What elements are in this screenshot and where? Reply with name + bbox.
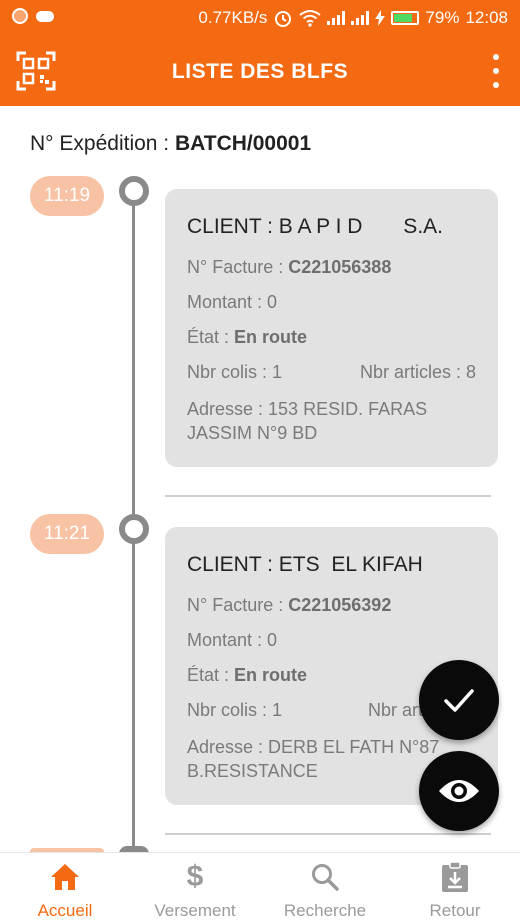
montant-row: Montant : 0 — [187, 630, 278, 650]
more-vert-icon[interactable] — [484, 54, 508, 88]
app-bar: LISTE DES BLFS — [0, 36, 520, 106]
clock: 12:08 — [465, 8, 508, 27]
status-bar: 0.77KB/s 79% 12:08 — [0, 0, 520, 36]
nav-accueil[interactable]: Accueil — [0, 853, 130, 924]
divider — [165, 833, 491, 835]
etat-row: État : En route — [187, 327, 308, 347]
nav-label: Accueil — [37, 901, 93, 920]
alarm-icon — [275, 11, 292, 27]
nav-label: Versement — [154, 901, 236, 920]
nav-retour[interactable]: Retour — [390, 853, 520, 924]
time-badge: 11:19 — [30, 176, 104, 216]
network-speed: 0.77KB/s — [198, 8, 268, 27]
validate-button[interactable] — [419, 660, 499, 740]
dollar-icon: $ — [186, 860, 204, 893]
etat-value: En route — [234, 665, 308, 685]
home-icon — [49, 861, 81, 893]
battery-icon — [391, 11, 420, 25]
view-button[interactable] — [419, 751, 499, 831]
facture-value: C221056392 — [288, 595, 392, 615]
charging-icon — [375, 10, 386, 26]
nbr-colis: Nbr colis : 1 — [187, 700, 283, 720]
facture-value: C221056388 — [288, 257, 392, 277]
facture-row: N° Facture : C221056392 — [187, 595, 392, 615]
client-name: CLIENT : B A P I D S.A. — [187, 215, 443, 238]
signal-icon — [327, 11, 346, 25]
adresse: Adresse : 153 RESID. FARAS JASSIM N°9 BD — [187, 399, 428, 443]
nav-recherche[interactable]: Recherche — [260, 853, 390, 924]
nbr-colis: Nbr colis : 1 — [187, 362, 283, 382]
timeline-node — [119, 176, 149, 206]
counts-row: Nbr colis : 1 Nbr articles : 8 — [187, 362, 476, 383]
nav-label: Retour — [429, 901, 481, 920]
battery-level: 79% — [425, 8, 460, 27]
expedition-value: BATCH/00001 — [174, 132, 312, 155]
timeline-node — [119, 514, 149, 544]
bottom-navigation: Accueil $ Versement Recherche Retour — [0, 852, 520, 924]
facture-row: N° Facture : C221056388 — [187, 257, 392, 277]
cloud-icon — [36, 10, 54, 22]
clipboard-return-icon — [439, 861, 471, 893]
divider — [165, 495, 491, 497]
montant-row: Montant : 0 — [187, 292, 278, 312]
search-icon — [309, 861, 341, 893]
blf-card[interactable]: CLIENT : B A P I D S.A. N° Facture : C22… — [165, 189, 498, 467]
time-badge: 11:21 — [30, 514, 104, 554]
nav-versement[interactable]: $ Versement — [130, 853, 260, 924]
notification-app-icon — [12, 8, 28, 24]
client-name: CLIENT : ETS EL KIFAH — [187, 553, 423, 576]
signal-icon-2 — [351, 11, 370, 25]
etat-value: En route — [234, 327, 308, 347]
page-title: LISTE DES BLFS — [171, 60, 349, 83]
check-icon — [444, 689, 474, 712]
wifi-icon — [299, 10, 322, 27]
nbr-articles: Nbr articles : 8 — [359, 362, 476, 382]
eye-icon — [439, 780, 479, 802]
nav-label: Recherche — [283, 901, 367, 920]
expedition-number: N° Expédition : BATCH/00001 — [30, 132, 312, 155]
